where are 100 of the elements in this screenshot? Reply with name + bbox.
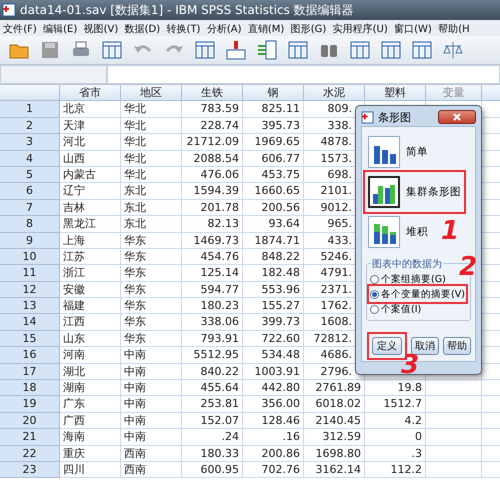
insert-row-icon[interactable]: [225, 39, 247, 61]
table-cell: 河北: [60, 134, 121, 151]
table-cell: 华东: [121, 232, 182, 249]
table-cell: 182.48: [243, 265, 304, 282]
window-title: data14-01.sav [数据集1] - IBM SPSS Statistics 数据编辑器: [20, 2, 354, 18]
scale-icon[interactable]: [442, 39, 464, 61]
menu-item[interactable]: 数据(D): [121, 22, 164, 36]
row-number[interactable]: 2: [0, 118, 60, 134]
row-number[interactable]: 8: [0, 216, 60, 233]
menu-item[interactable]: 窗口(W): [390, 22, 436, 36]
row-number[interactable]: 23: [0, 462, 60, 478]
table-cell: 1874.71: [243, 232, 304, 249]
row-number[interactable]: 10: [0, 248, 60, 266]
chart-type-option[interactable]: 集群条形图: [366, 173, 463, 211]
row-number[interactable]: 21: [0, 429, 60, 446]
insert-cases-icon[interactable]: [349, 39, 371, 61]
row-number[interactable]: 22: [0, 446, 60, 462]
row-number[interactable]: 11: [0, 265, 60, 282]
row-number[interactable]: 9: [0, 232, 60, 249]
column-header[interactable]: 水泥: [304, 85, 365, 102]
table-cell: 399.73: [243, 314, 304, 331]
table-cell: .16: [243, 429, 304, 446]
table-cell: .3: [365, 446, 426, 462]
group-title: 图表中的数据为: [371, 257, 443, 271]
menu-item[interactable]: 文件(F): [0, 22, 40, 36]
row-number[interactable]: 17: [0, 364, 60, 380]
menu-item[interactable]: 实用程序(U): [329, 22, 391, 36]
chart-edit-icon[interactable]: [380, 39, 402, 61]
menu-item[interactable]: 视图(V): [80, 22, 122, 36]
row-number[interactable]: 6: [0, 183, 60, 200]
table-cell: 5512.95: [182, 347, 243, 364]
menu-item[interactable]: 直销(M): [244, 22, 288, 36]
dialog-button[interactable]: 取消: [411, 337, 439, 355]
row-number[interactable]: 15: [0, 330, 60, 348]
row-number[interactable]: 7: [0, 200, 60, 216]
variables-icon[interactable]: [256, 39, 278, 61]
table-cell: 华东: [121, 282, 182, 298]
annotation-number: 3: [401, 352, 420, 378]
table-cell: 702.76: [243, 462, 304, 478]
table-cell: 848.22: [243, 248, 304, 266]
cell-name-field[interactable]: [0, 65, 107, 84]
table-cell: 2140.45: [304, 412, 365, 430]
menu-item[interactable]: 分析(A): [204, 22, 245, 36]
row-number[interactable]: 4: [0, 150, 60, 167]
table-cell: 1594.39: [182, 183, 243, 200]
table-cell: 东北: [121, 216, 182, 233]
table-cell: 北京: [60, 101, 121, 118]
dialog-icon[interactable]: [101, 39, 123, 61]
row-number[interactable]: 13: [0, 298, 60, 314]
table-cell: 180.33: [182, 446, 243, 462]
table-cell: 2088.54: [182, 150, 243, 167]
column-header[interactable]: 塑料: [365, 85, 426, 102]
menu-item[interactable]: 转换(T): [163, 22, 204, 36]
row-number[interactable]: 19: [0, 396, 60, 413]
row-number[interactable]: 3: [0, 134, 60, 151]
table-cell: 606.77: [243, 150, 304, 167]
menu-item[interactable]: 编辑(E): [40, 22, 80, 36]
table-cell: 152.07: [182, 412, 243, 430]
row-number[interactable]: 16: [0, 347, 60, 364]
chart-type-option[interactable]: 简单: [366, 133, 430, 171]
radio-option[interactable]: 各个变量的摘要(V): [370, 287, 465, 301]
table-cell: 125.14: [182, 265, 243, 282]
radio-option[interactable]: 个案组摘要(G): [370, 272, 446, 286]
table-cell: 442.80: [243, 380, 304, 396]
row-number[interactable]: 20: [0, 412, 60, 430]
column-header[interactable]: 钢: [243, 85, 304, 102]
column-header[interactable]: 生铁: [182, 85, 243, 102]
column-header[interactable]: 地区: [121, 85, 182, 102]
row-number[interactable]: 1: [0, 101, 60, 118]
dialog-button[interactable]: 定义: [372, 337, 402, 355]
table-cell: 山西: [60, 150, 121, 167]
menu-item[interactable]: 图形(G): [288, 22, 330, 36]
table-cell: 广西: [60, 412, 121, 430]
table-cell: 0: [365, 429, 426, 446]
row-number[interactable]: 18: [0, 380, 60, 396]
table-cell: 内蒙古: [60, 166, 121, 184]
close-button[interactable]: [438, 110, 476, 124]
goto-case-icon[interactable]: [194, 39, 216, 61]
table-cell: 200.86: [243, 446, 304, 462]
radio-option[interactable]: 个案值(I): [370, 302, 422, 316]
cell-value-field[interactable]: [107, 65, 500, 84]
table-cell: 华北: [121, 166, 182, 184]
menu-item[interactable]: 帮助(H: [435, 22, 473, 36]
corner-cell[interactable]: [0, 85, 60, 102]
row-number[interactable]: 14: [0, 314, 60, 331]
row-number[interactable]: 12: [0, 282, 60, 298]
table-cell: 312.59: [304, 429, 365, 446]
bar-chart-icon: [368, 176, 400, 208]
table-cell: 112.2: [365, 462, 426, 478]
table-cell: 东北: [121, 183, 182, 200]
table-cell: 中南: [121, 396, 182, 413]
chart-type-option[interactable]: 堆积: [366, 213, 430, 251]
close-icon[interactable]: [453, 113, 461, 121]
table-cell: 455.64: [182, 380, 243, 396]
split-table-icon[interactable]: [411, 39, 433, 61]
dialog-button[interactable]: 帮助: [443, 337, 471, 355]
table-cell: 1469.73: [182, 232, 243, 249]
column-header[interactable]: 省市: [60, 85, 121, 102]
row-number[interactable]: 5: [0, 166, 60, 184]
grid-icon[interactable]: [287, 39, 309, 61]
